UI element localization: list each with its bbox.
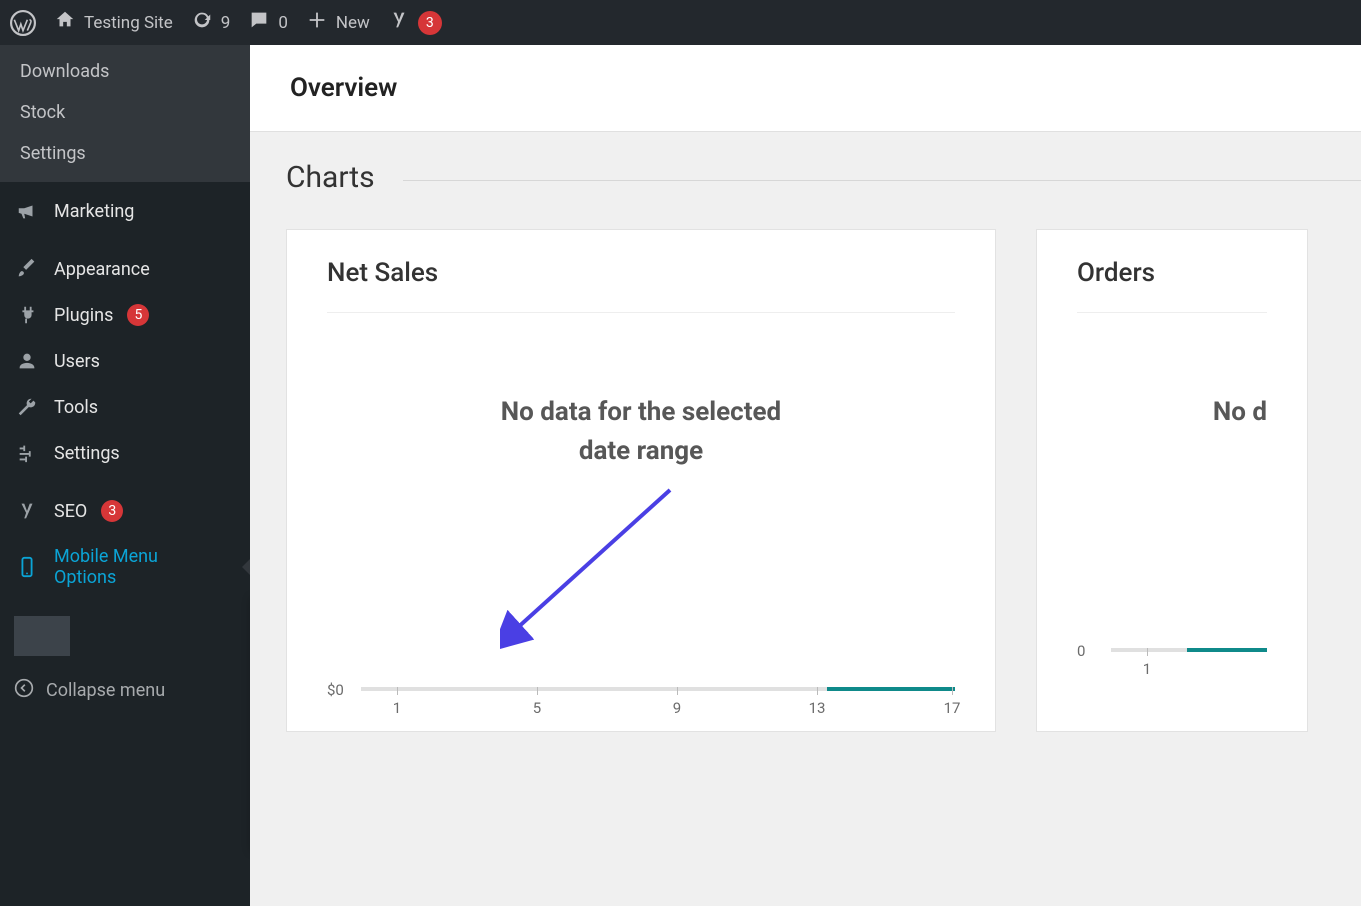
collapse-menu[interactable]: Collapse menu bbox=[0, 666, 250, 715]
yoast-icon bbox=[388, 9, 410, 36]
home-icon bbox=[54, 9, 76, 36]
no-data-message: No d bbox=[1077, 313, 1267, 492]
user-icon bbox=[14, 350, 40, 372]
no-data-message: No data for the selected date range bbox=[327, 313, 955, 531]
charts-title: Charts bbox=[286, 160, 375, 195]
charts-section-header: Charts bbox=[286, 160, 1361, 195]
card-title: Net Sales bbox=[327, 230, 955, 313]
admin-bar: Testing Site 9 0 New 3 bbox=[0, 0, 1361, 45]
orders-chart: 0 1 bbox=[1077, 492, 1267, 672]
sidebar-item-marketing[interactable]: Marketing bbox=[0, 188, 250, 234]
wrench-icon bbox=[14, 396, 40, 418]
divider bbox=[403, 180, 1361, 181]
net-sales-chart: $0 1 5 9 13 17 bbox=[327, 531, 955, 711]
sliders-icon bbox=[14, 442, 40, 464]
new-link[interactable]: New bbox=[306, 9, 370, 36]
sidebar-submenu-top: Downloads Stock Settings bbox=[0, 45, 250, 182]
comments-link[interactable]: 0 bbox=[248, 9, 288, 36]
main-content: Overview Charts Net Sales No data for th… bbox=[250, 45, 1361, 906]
collapse-label: Collapse menu bbox=[46, 680, 165, 701]
site-title: Testing Site bbox=[84, 13, 173, 33]
site-link[interactable]: Testing Site bbox=[54, 9, 173, 36]
seo-badge: 3 bbox=[101, 500, 123, 522]
tick-label: 5 bbox=[533, 699, 541, 717]
y-axis-label: $0 bbox=[327, 681, 344, 699]
sidebar-item-appearance[interactable]: Appearance bbox=[0, 246, 250, 292]
tick-label: 1 bbox=[1143, 660, 1151, 678]
sidebar-item-mobile-menu-options[interactable]: Mobile Menu Options bbox=[0, 534, 250, 600]
sidebar-item-users[interactable]: Users bbox=[0, 338, 250, 384]
yoast-icon bbox=[14, 500, 40, 522]
comment-icon bbox=[248, 9, 270, 36]
yoast-badge: 3 bbox=[418, 11, 442, 35]
plug-icon bbox=[14, 304, 40, 326]
updates-count: 9 bbox=[221, 13, 231, 33]
overview-header: Overview bbox=[250, 45, 1361, 132]
tick-label: 9 bbox=[673, 699, 681, 717]
sidebar-sub-stock[interactable]: Stock bbox=[0, 92, 250, 133]
new-label: New bbox=[336, 13, 370, 33]
sidebar-item-settings[interactable]: Settings bbox=[0, 430, 250, 476]
sidebar-item-label: Users bbox=[54, 351, 100, 372]
sidebar-item-tools[interactable]: Tools bbox=[0, 384, 250, 430]
tick-label: 17 bbox=[944, 699, 961, 717]
sidebar-sub-settings[interactable]: Settings bbox=[0, 133, 250, 174]
admin-sidebar: Downloads Stock Settings Marketing Appea… bbox=[0, 45, 250, 906]
megaphone-icon bbox=[14, 200, 40, 222]
sidebar-item-label: Marketing bbox=[54, 201, 134, 222]
sidebar-thumbnail bbox=[14, 616, 70, 656]
sidebar-item-label: Settings bbox=[54, 443, 120, 464]
sidebar-item-seo[interactable]: SEO 3 bbox=[0, 488, 250, 534]
card-title: Orders bbox=[1077, 230, 1267, 313]
brush-icon bbox=[14, 258, 40, 280]
sidebar-item-label: Appearance bbox=[54, 259, 150, 280]
sidebar-item-label: Tools bbox=[54, 397, 98, 418]
card-orders: Orders No d 0 1 bbox=[1036, 229, 1308, 732]
tick-label: 13 bbox=[809, 699, 826, 717]
sidebar-item-label: SEO bbox=[54, 501, 87, 522]
plugins-badge: 5 bbox=[127, 304, 149, 326]
sidebar-item-plugins[interactable]: Plugins 5 bbox=[0, 292, 250, 338]
collapse-icon bbox=[14, 678, 34, 703]
sidebar-item-label: Mobile Menu Options bbox=[54, 546, 214, 588]
y-axis-label: 0 bbox=[1077, 642, 1085, 660]
sidebar-item-label: Plugins bbox=[54, 305, 113, 326]
tick-label: 1 bbox=[393, 699, 401, 717]
sidebar-sub-downloads[interactable]: Downloads bbox=[0, 51, 250, 92]
plus-icon bbox=[306, 9, 328, 36]
overview-title: Overview bbox=[290, 73, 397, 103]
card-net-sales: Net Sales No data for the selected date … bbox=[286, 229, 996, 732]
axis-highlight bbox=[827, 687, 955, 691]
axis-highlight bbox=[1187, 648, 1267, 652]
updates-link[interactable]: 9 bbox=[191, 9, 231, 36]
refresh-icon bbox=[191, 9, 213, 36]
yoast-link[interactable]: 3 bbox=[388, 9, 442, 36]
comments-count: 0 bbox=[278, 13, 288, 33]
wp-logo[interactable] bbox=[10, 10, 36, 36]
mobile-icon bbox=[14, 556, 40, 578]
